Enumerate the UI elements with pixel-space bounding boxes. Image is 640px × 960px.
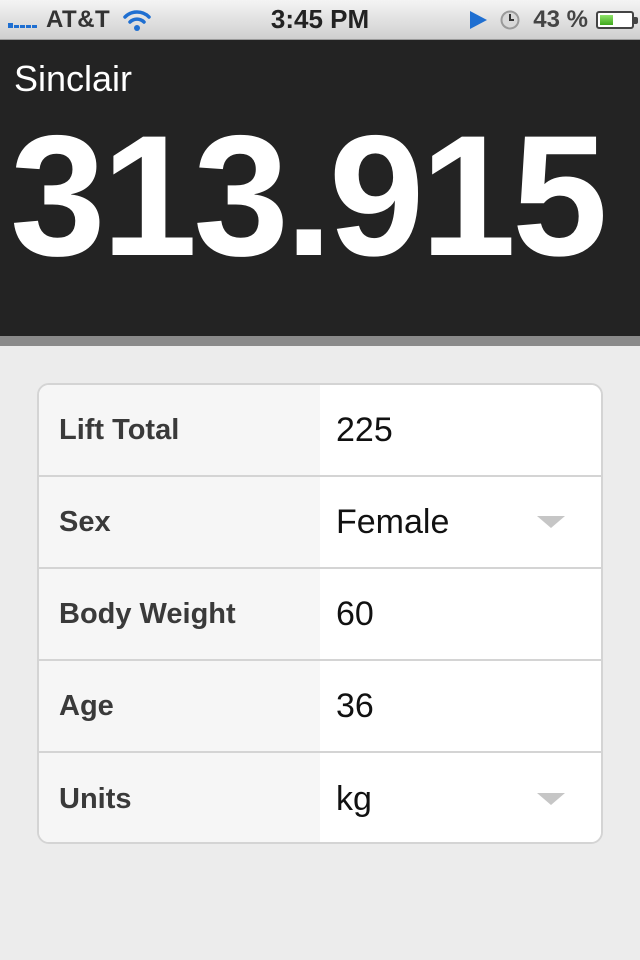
units-selected-value: kg (336, 779, 372, 818)
result-panel: Sinclair 313.915 (0, 40, 640, 346)
chevron-down-icon (537, 793, 565, 805)
input-form: Lift Total Sex Female Body Weight Age Un… (37, 383, 603, 844)
sex-select[interactable]: Female (320, 477, 601, 567)
row-units: Units kg (39, 753, 601, 842)
sex-selected-value: Female (336, 502, 450, 541)
battery-fill (600, 15, 613, 25)
row-age: Age (39, 661, 601, 753)
body-weight-label: Body Weight (39, 569, 320, 659)
chevron-down-icon (537, 516, 565, 528)
battery-percent: 43 % (533, 6, 588, 33)
age-input[interactable] (336, 686, 576, 726)
status-right: 43 % (467, 6, 638, 34)
clock-icon (500, 10, 520, 30)
status-bar: AT&T 3:45 PM 43 % (0, 0, 640, 40)
sex-label: Sex (39, 477, 320, 567)
lift-total-label: Lift Total (39, 385, 320, 475)
units-label: Units (39, 753, 320, 842)
body-weight-cell[interactable] (320, 569, 601, 659)
result-label: Sinclair (14, 58, 133, 99)
row-lift-total: Lift Total (39, 385, 601, 477)
lift-total-input[interactable] (336, 410, 576, 450)
battery-icon (596, 11, 638, 29)
row-sex: Sex Female (39, 477, 601, 569)
result-value: 313.915 (10, 100, 608, 292)
age-label: Age (39, 661, 320, 751)
location-icon (470, 11, 488, 29)
lift-total-cell[interactable] (320, 385, 601, 475)
age-cell[interactable] (320, 661, 601, 751)
row-body-weight: Body Weight (39, 569, 601, 661)
units-select[interactable]: kg (320, 753, 601, 842)
body-weight-input[interactable] (336, 594, 576, 634)
